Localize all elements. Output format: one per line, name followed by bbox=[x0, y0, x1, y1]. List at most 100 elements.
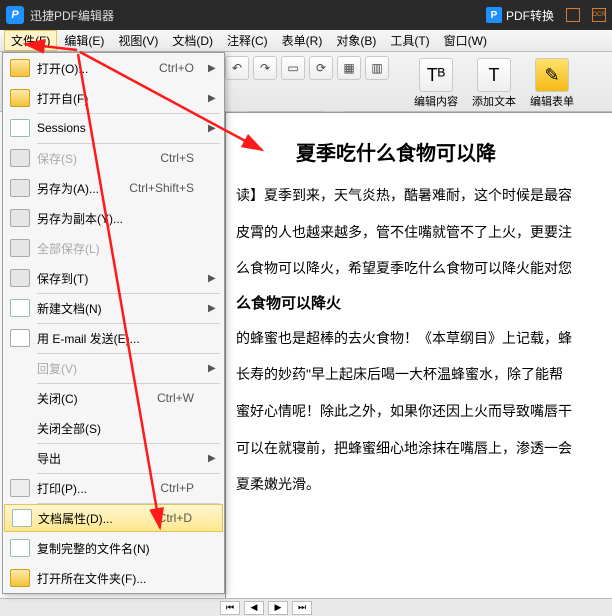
status-bar: ⏮ ◀ ▶ ⏭ bbox=[0, 598, 612, 616]
doc-icon bbox=[10, 299, 30, 317]
file-menu-item[interactable]: 另存为(A)...Ctrl+Shift+S bbox=[3, 173, 224, 203]
submenu-arrow-icon: ▶ bbox=[208, 273, 218, 284]
doc-icon bbox=[10, 539, 30, 557]
doc-text: 蜜好心情呢！除此之外，如果你还因上火而导致嘴唇干 bbox=[236, 398, 602, 425]
doc-subheading: 么食物可以降火 bbox=[236, 292, 602, 313]
menu-item-label: 打开自(F) bbox=[37, 90, 208, 107]
titlebar-box-icon[interactable] bbox=[566, 8, 580, 22]
app-logo-icon: P bbox=[6, 6, 24, 24]
menu-item-label: 关闭全部(S) bbox=[37, 420, 208, 437]
menu-item-label: 文档属性(D)... bbox=[38, 510, 158, 527]
menu-object[interactable]: 对象(B) bbox=[329, 30, 383, 51]
menu-item-label: 用 E-mail 发送(E)... bbox=[37, 330, 208, 347]
menu-document[interactable]: 文档(D) bbox=[165, 30, 220, 51]
submenu-arrow-icon: ▶ bbox=[208, 93, 218, 104]
first-page-button[interactable]: ⏮ bbox=[220, 601, 240, 615]
file-menu-item[interactable]: 新建文档(N)▶ bbox=[3, 293, 224, 323]
file-menu-dropdown: 打开(O)...Ctrl+O▶打开自(F)▶Sessions▶保存(S)Ctrl… bbox=[2, 52, 225, 594]
menu-item-shortcut: Ctrl+Shift+S bbox=[129, 181, 194, 195]
prn-icon bbox=[10, 479, 30, 497]
document-viewport[interactable]: 夏季吃什么食物可以降 读】夏季到来，天气炎热，酷暑难耐，这个时候是最容 皮霄的人… bbox=[225, 112, 612, 598]
last-page-button[interactable]: ⏭ bbox=[292, 601, 312, 615]
doc-icon bbox=[10, 119, 30, 137]
menu-item-label: 复制完整的文件名(N) bbox=[37, 540, 208, 557]
file-menu-item[interactable]: 保存到(T)▶ bbox=[3, 263, 224, 293]
edit-form-label: 编辑表单 bbox=[530, 93, 574, 109]
menu-item-shortcut: Ctrl+D bbox=[158, 511, 192, 525]
menu-item-shortcut: Ctrl+S bbox=[160, 151, 194, 165]
menu-item-label: 打印(P)... bbox=[37, 480, 160, 497]
grid-button[interactable]: ▦ bbox=[337, 56, 361, 80]
folder-icon bbox=[10, 59, 30, 77]
file-menu-item[interactable]: 关闭(C)Ctrl+W bbox=[3, 383, 224, 413]
menu-item-label: 打开(O)... bbox=[37, 60, 159, 77]
file-menu-item[interactable]: Sessions▶ bbox=[3, 113, 224, 143]
layout-button[interactable]: ▥ bbox=[365, 56, 389, 80]
prev-page-button[interactable]: ◀ bbox=[244, 601, 264, 615]
disk-icon bbox=[10, 269, 30, 287]
disk-icon bbox=[10, 209, 30, 227]
menu-item-label: 另存为(A)... bbox=[37, 180, 129, 197]
menu-form[interactable]: 表单(R) bbox=[275, 30, 330, 51]
menu-comment[interactable]: 注释(C) bbox=[220, 30, 275, 51]
rotate-button[interactable]: ⟳ bbox=[309, 56, 333, 80]
submenu-arrow-icon: ▶ bbox=[208, 453, 218, 464]
menu-bar: 文件(F) 编辑(E) 视图(V) 文档(D) 注释(C) 表单(R) 对象(B… bbox=[0, 30, 612, 52]
menu-tools[interactable]: 工具(T) bbox=[383, 30, 436, 51]
undo-button[interactable]: ↶ bbox=[225, 56, 249, 80]
doc-text: 的蜂蜜也是超棒的去火食物！《本草纲目》上记载，蜂 bbox=[236, 325, 602, 352]
file-menu-item[interactable]: 另存为副本(Y)... bbox=[3, 203, 224, 233]
menu-window[interactable]: 窗口(W) bbox=[437, 30, 494, 51]
next-page-button[interactable]: ▶ bbox=[268, 601, 288, 615]
menu-item-shortcut: Ctrl+P bbox=[160, 481, 194, 495]
doc-text: 可以在就寝前，把蜂蜜细心地涂抹在嘴唇上，渗透一会 bbox=[236, 435, 602, 462]
file-menu-item[interactable]: 复制完整的文件名(N) bbox=[3, 533, 224, 563]
file-menu-item[interactable]: 打开所在文件夹(F)... bbox=[3, 563, 224, 593]
add-text-button[interactable]: T 添加文本 bbox=[468, 56, 520, 111]
doc-icon bbox=[12, 509, 32, 527]
doc-text: 读】夏季到来，天气炎热，酷暑难耐，这个时候是最容 bbox=[236, 182, 602, 209]
disk-icon bbox=[10, 149, 30, 167]
file-menu-item[interactable]: 文档属性(D)...Ctrl+D bbox=[4, 504, 223, 532]
file-menu-item: 回复(V)▶ bbox=[3, 353, 224, 383]
submenu-arrow-icon: ▶ bbox=[208, 363, 218, 374]
submenu-arrow-icon: ▶ bbox=[208, 123, 218, 134]
file-menu-item: 保存(S)Ctrl+S bbox=[3, 143, 224, 173]
folder-icon bbox=[10, 569, 30, 587]
menu-file[interactable]: 文件(F) bbox=[4, 30, 57, 51]
menu-item-label: 保存到(T) bbox=[37, 270, 208, 287]
menu-item-label: 回复(V) bbox=[37, 360, 208, 377]
file-menu-item[interactable]: 关闭全部(S) bbox=[3, 413, 224, 443]
file-menu-item[interactable]: 打开自(F)▶ bbox=[3, 83, 224, 113]
menu-view[interactable]: 视图(V) bbox=[111, 30, 165, 51]
mail-icon bbox=[10, 329, 30, 347]
pdf-convert-icon: P bbox=[486, 7, 502, 23]
menu-item-label: 全部保存(L) bbox=[37, 240, 208, 257]
edit-content-icon: Tᴮ bbox=[419, 58, 453, 92]
edit-content-button[interactable]: Tᴮ 编辑内容 bbox=[410, 56, 462, 111]
menu-item-label: Sessions bbox=[37, 121, 208, 135]
pdf-convert-link[interactable]: PDF转换 bbox=[506, 7, 554, 24]
folder-icon bbox=[10, 89, 30, 107]
file-menu-item[interactable]: 用 E-mail 发送(E)... bbox=[3, 323, 224, 353]
edit-form-button[interactable]: ✎ 编辑表单 bbox=[526, 56, 578, 111]
page-fit-button[interactable]: ▭ bbox=[281, 56, 305, 80]
doc-text: 夏柔嫩光滑。 bbox=[236, 471, 602, 498]
menu-item-label: 打开所在文件夹(F)... bbox=[37, 570, 208, 587]
file-menu-item[interactable]: 打印(P)...Ctrl+P bbox=[3, 473, 224, 503]
menu-edit[interactable]: 编辑(E) bbox=[57, 30, 111, 51]
doc-text: 皮霄的人也越来越多，管不住嘴就管不了上火，更要注 bbox=[236, 219, 602, 246]
submenu-arrow-icon: ▶ bbox=[208, 63, 218, 74]
ocr-icon[interactable]: OCR bbox=[592, 8, 606, 22]
app-title: 迅捷PDF编辑器 bbox=[30, 7, 114, 24]
doc-text: 么食物可以降火，希望夏季吃什么食物可以降火能对您 bbox=[236, 255, 602, 282]
menu-item-label: 保存(S) bbox=[37, 150, 160, 167]
redo-button[interactable]: ↷ bbox=[253, 56, 277, 80]
menu-item-label: 另存为副本(Y)... bbox=[37, 210, 208, 227]
titlebar-right[interactable]: P PDF转换 OCR bbox=[486, 7, 606, 24]
add-text-label: 添加文本 bbox=[472, 93, 516, 109]
file-menu-item[interactable]: 导出▶ bbox=[3, 443, 224, 473]
file-menu-item[interactable]: 打开(O)...Ctrl+O▶ bbox=[3, 53, 224, 83]
edit-form-icon: ✎ bbox=[535, 58, 569, 92]
menu-item-shortcut: Ctrl+W bbox=[157, 391, 194, 405]
